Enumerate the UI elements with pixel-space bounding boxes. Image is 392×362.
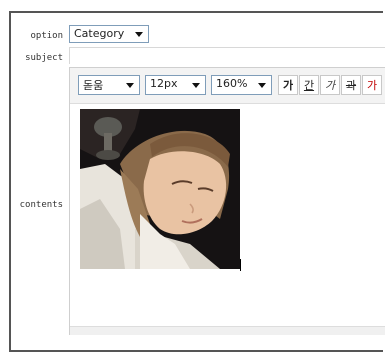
format-button-group: 가 간 가 과 가	[278, 75, 392, 95]
font-family-value: 돋움	[83, 79, 104, 92]
content-image[interactable]	[80, 109, 240, 269]
category-select[interactable]: Category	[69, 25, 149, 43]
chevron-down-icon	[126, 83, 134, 88]
editor-toolbar: 돋움 12px 160% 가 간 가 과 가	[70, 68, 385, 104]
contents-label: contents	[19, 200, 63, 210]
editor-content-area[interactable]	[70, 105, 385, 317]
underline-button[interactable]: 간	[299, 75, 319, 95]
line-height-value: 160%	[216, 77, 248, 90]
font-size-select[interactable]: 12px	[145, 75, 206, 95]
subject-label: subject	[25, 53, 63, 63]
bold-button[interactable]: 가	[278, 75, 298, 95]
strikethrough-button[interactable]: 과	[341, 75, 361, 95]
write-form: option Category subject contents 돋움 12px…	[9, 11, 385, 352]
line-height-select[interactable]: 160%	[211, 75, 272, 95]
horizontal-scrollbar[interactable]	[70, 326, 385, 335]
option-label: option	[30, 31, 63, 41]
chevron-down-icon	[258, 83, 266, 88]
font-size-value: 12px	[150, 77, 178, 90]
chevron-down-icon	[135, 32, 143, 37]
text-caret	[240, 259, 241, 271]
italic-button[interactable]: 가	[320, 75, 340, 95]
font-color-button[interactable]: 가	[362, 75, 382, 95]
font-family-select[interactable]: 돋움	[78, 75, 140, 95]
category-value: Category	[74, 27, 125, 40]
rich-text-editor: 돋움 12px 160% 가 간 가 과 가	[69, 67, 385, 335]
chevron-down-icon	[192, 83, 200, 88]
subject-input[interactable]	[69, 47, 385, 64]
